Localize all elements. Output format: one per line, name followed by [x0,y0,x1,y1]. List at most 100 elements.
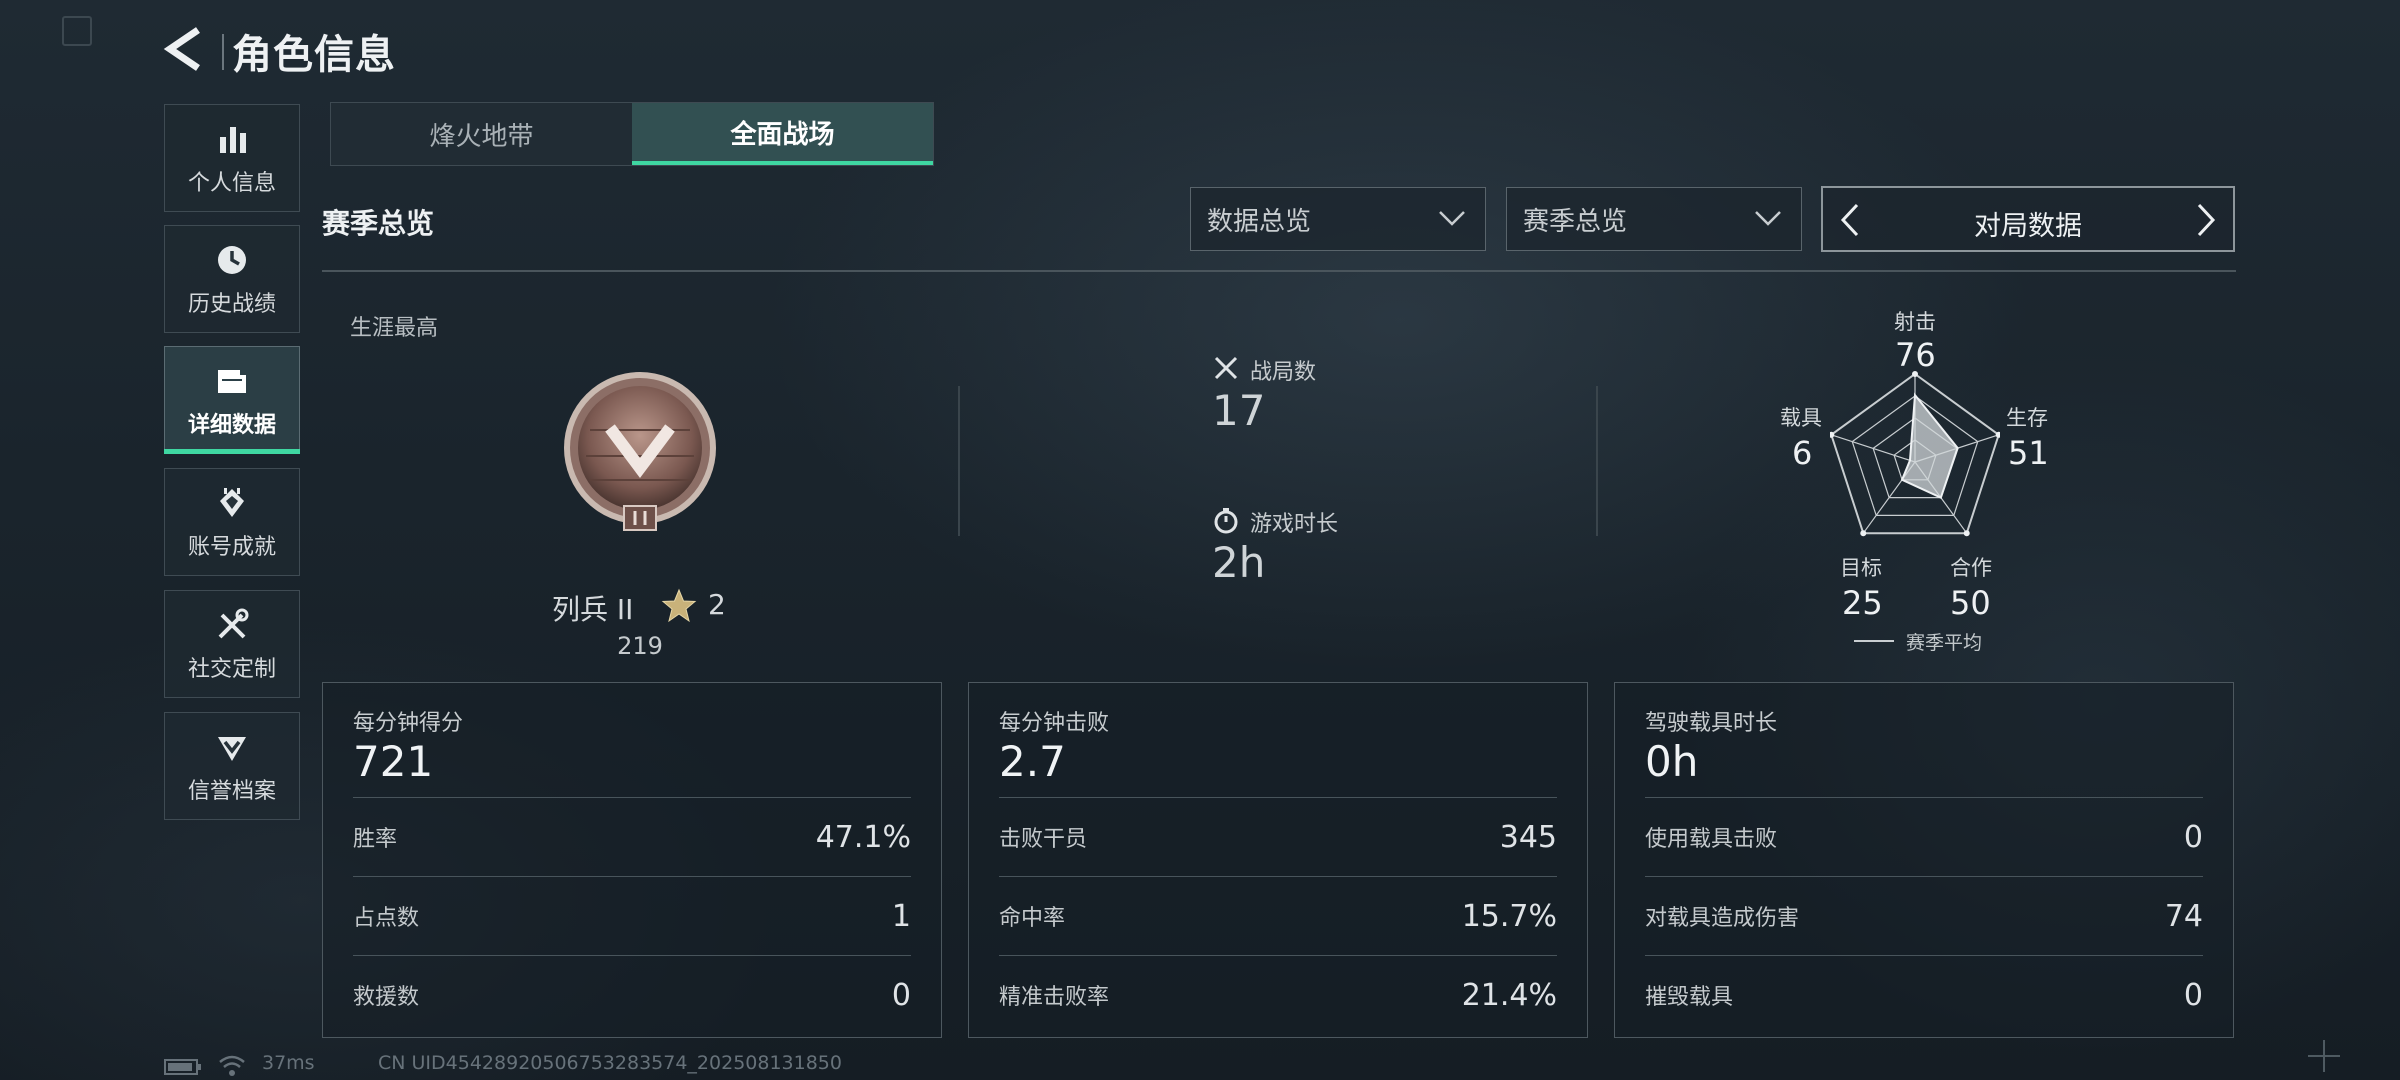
uid-text: CN UID4542892050675328357​4_202508131850 [378,1052,842,1074]
bar-chart-icon [220,127,246,153]
playtime-value: 2h [1212,538,1266,587]
card-divider [999,876,1557,877]
card-row-value: 345 [1499,819,1557,855]
card-head-value: 0h [1645,737,1699,786]
season-overview-dropdown[interactable]: 赛季总览 [1506,187,1802,251]
stat-card-score: 每分钟得分 721 胜率 47.1% 占点数 1 救援数 0 [322,682,942,1038]
overview-divider [1596,386,1598,536]
card-head-value: 2.7 [999,737,1066,786]
card-row-value: 0 [2183,977,2203,1013]
chevron-down-icon [1755,211,1781,226]
sidebar-item-label: 账号成就 [187,535,276,560]
section-divider [322,270,2236,272]
card-divider [353,955,911,956]
crosshair-icon [2308,1040,2340,1072]
sidebar-item-personal-info[interactable]: 个人信息 [164,104,300,212]
card-divider [1645,797,2203,798]
card-row-label: 胜率 [353,827,398,852]
card-row-label: 对载具造成伤害 [1645,906,1800,931]
card-head-label: 每分钟得分 [353,711,464,736]
card-head-value: 721 [353,737,434,786]
card-row: 摧毁载具 0 [1645,975,2203,1015]
card-row-value: 74 [2164,898,2203,934]
playtime-label: 游戏时长 [1250,512,1339,537]
corner-box-icon [62,16,92,46]
sidebar-item-label: 信誉档案 [187,779,276,804]
sidebar-item-detailed-data[interactable]: 详细数据 [164,346,300,454]
card-row: 胜率 47.1% [353,817,911,857]
data-overview-dropdown[interactable]: 数据总览 [1190,187,1486,251]
matches-label: 战局数 [1250,360,1317,385]
radar-label-survival: 生存 [2006,406,2048,430]
card-row-label: 击败干员 [999,827,1088,852]
chevron-down-icon [1439,211,1465,226]
card-row-value: 21.4% [1461,977,1557,1013]
card-row: 击败干员 345 [999,817,1557,857]
radar-label-cooperation: 合作 [1950,556,1992,580]
ping-text: 37ms [262,1052,315,1074]
card-divider [353,797,911,798]
card-row-value: 47.1% [815,819,911,855]
card-row: 使用载具击败 0 [1645,817,2203,857]
card-row-label: 救援数 [353,985,420,1010]
star-count: 2 [708,588,726,621]
card-row-value: 1 [891,898,911,934]
radar-vertex-dot [1860,530,1867,537]
card-head-label: 每分钟击败 [999,711,1110,736]
card-divider [999,797,1557,798]
clock-icon [218,246,246,274]
stopwatch-icon [1214,508,1238,534]
legend-line [1854,640,1894,642]
crossed-swords-icon [1214,356,1238,380]
tab-full-battlefield[interactable]: 全面战场 [632,103,933,165]
card-row-value: 0 [2183,819,2203,855]
matches-value: 17 [1212,386,1266,435]
tab-fenghuo-zone[interactable]: 烽火地带 [331,103,632,165]
back-arrow-icon[interactable] [160,24,206,74]
card-divider [1645,955,2203,956]
title-divider [222,34,224,70]
card-row: 精准击败率 21.4% [999,975,1557,1015]
sidebar-item-history[interactable]: 历史战绩 [164,225,300,333]
radar-label-objective: 目标 [1840,556,1882,580]
section-title: 赛季总览 [322,207,435,240]
dropdown-value: 数据总览 [1207,206,1312,237]
radar-value-polygon [1900,392,1959,499]
overview-divider [958,386,960,536]
stat-card-vehicle: 驾驶载具时长 0h 使用载具击败 0 对载具造成伤害 74 摧毁载具 0 [1614,682,2234,1038]
radar-legend: 赛季平均 [1906,632,1983,654]
chevron-right-icon[interactable] [2191,202,2221,238]
rank-points: 219 [617,632,663,660]
card-row-label: 命中率 [999,906,1066,931]
folder-icon [218,370,246,393]
card-row: 命中率 15.7% [999,896,1557,936]
sidebar-item-achievements[interactable]: 账号成就 [164,468,300,576]
radar-label-vehicle: 载具 [1780,406,1822,430]
stat-card-kills: 每分钟击败 2.7 击败干员 345 命中率 15.7% 精准击败率 21.4% [968,682,1588,1038]
card-divider [1645,876,2203,877]
card-row-label: 使用载具击败 [1645,827,1778,852]
sidebar-item-reputation[interactable]: 信誉档案 [164,712,300,820]
card-row-label: 摧毁载具 [1645,985,1734,1010]
dropdown-value: 赛季总览 [1523,206,1628,237]
rank-name: 列兵 II [552,593,634,626]
card-divider [999,955,1557,956]
wifi-icon [219,1055,245,1076]
card-row: 救援数 0 [353,975,911,1015]
radar-value-vehicle: 6 [1792,434,1813,472]
card-head-label: 驾驶载具时长 [1645,711,1778,736]
career-highest-label: 生涯最高 [350,316,439,341]
pager-label: 对局数据 [1974,211,2082,242]
card-row: 对载具造成伤害 74 [1645,896,2203,936]
radar-chart [1830,371,2000,537]
card-row-value: 15.7% [1461,898,1557,934]
radar-value-shooting: 76 [1895,336,1936,374]
sidebar-item-label: 历史战绩 [187,292,276,317]
radar-value-objective: 25 [1842,584,1883,622]
sidebar-item-social[interactable]: 社交定制 [164,590,300,698]
card-row-value: 0 [891,977,911,1013]
mode-tabs: 烽火地带 全面战场 [330,102,934,166]
radar-value-cooperation: 50 [1950,584,1991,622]
match-data-pager: 对局数据 [1821,186,2235,252]
radar-vertex-dot [1963,530,1970,537]
